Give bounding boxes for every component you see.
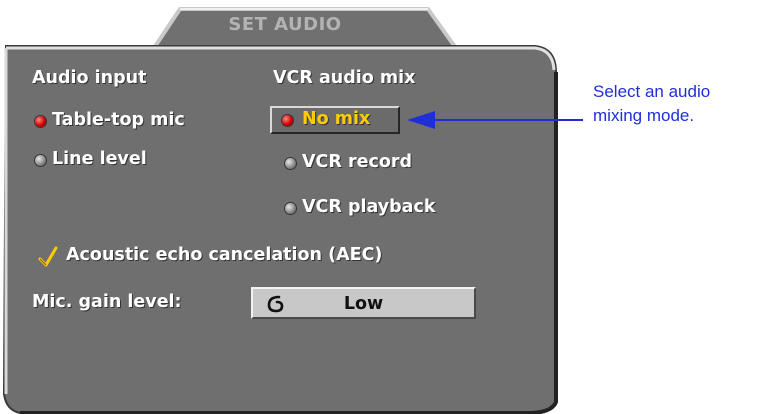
radio-label: No mix (302, 109, 371, 129)
callout-text: Select an audio mixing mode. (593, 80, 710, 128)
radio-no-mix[interactable]: No mix (270, 106, 400, 134)
audio-settings-panel (2, 45, 558, 414)
mic-gain-selector[interactable]: Low (251, 287, 476, 319)
dialog-title: SET AUDIO (228, 14, 342, 35)
radio-label: Table-top mic (52, 110, 185, 130)
callout-line-1: Select an audio (593, 82, 711, 101)
radio-label: Line level (52, 149, 147, 169)
mic-gain-label: Mic. gain level: (32, 292, 182, 312)
radio-off-icon (285, 203, 296, 214)
radio-off-icon (35, 155, 46, 166)
mic-gain-value: Low (343, 294, 384, 314)
aec-label: Acoustic echo cancelation (AEC) (66, 245, 383, 265)
callout-line-2: mixing mode. (593, 106, 695, 125)
vcr-audio-mix-heading: VCR audio mix (273, 68, 416, 88)
radio-off-icon (285, 158, 296, 169)
audio-input-heading: Audio input (32, 68, 147, 88)
radio-label: VCR record (302, 152, 413, 172)
callout-arrow-icon (407, 111, 583, 129)
radio-label: VCR playback (302, 197, 436, 217)
radio-on-icon (35, 116, 46, 127)
checkmark-icon (38, 246, 58, 267)
radio-on-icon (282, 115, 293, 126)
